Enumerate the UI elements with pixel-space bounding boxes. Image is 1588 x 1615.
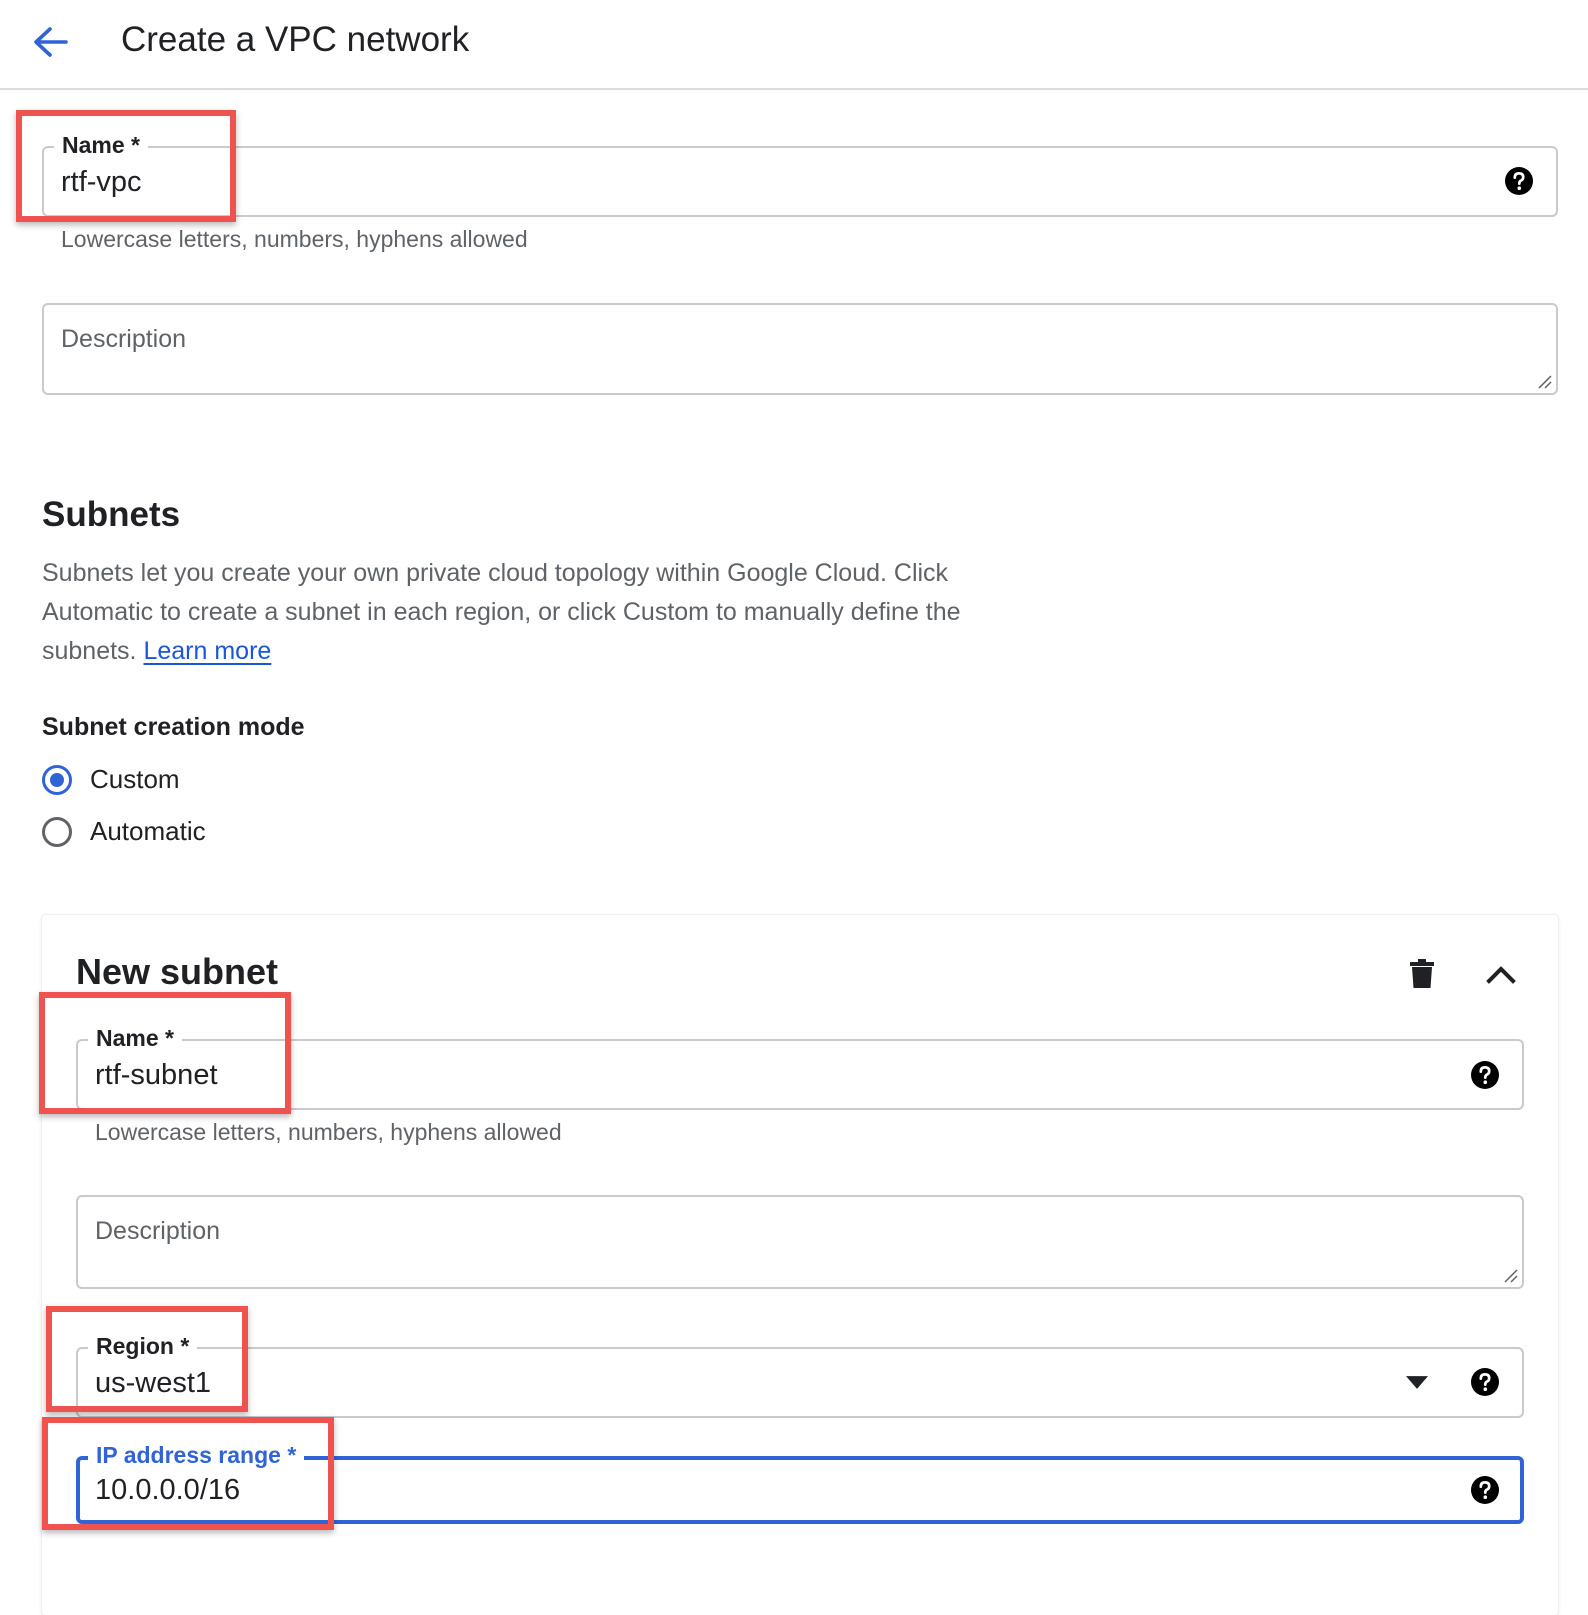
learn-more-link[interactable]: Learn more (143, 637, 271, 665)
radio-custom-label: Custom (90, 764, 180, 794)
network-description-field[interactable]: Description (42, 303, 1558, 395)
radio-automatic-label: Automatic (90, 816, 206, 846)
radio-custom[interactable]: Custom (42, 764, 180, 795)
delete-icon[interactable] (1402, 954, 1442, 994)
network-name-field[interactable]: Name * rtf-vpc (42, 132, 1558, 217)
dropdown-arrow-icon[interactable] (1406, 1376, 1428, 1389)
subnet-name-hint: Lowercase letters, numbers, hyphens allo… (95, 1119, 562, 1145)
ip-address-range-label: IP address range * (88, 1442, 305, 1468)
subnets-title: Subnets (42, 495, 181, 534)
radio-custom-indicator[interactable] (42, 764, 72, 795)
help-icon[interactable] (1470, 1060, 1500, 1090)
resize-handle-icon[interactable] (1536, 373, 1552, 389)
help-icon[interactable] (1504, 166, 1534, 196)
back-button[interactable] (26, 18, 74, 66)
region-value: us-west1 (95, 1367, 212, 1399)
resize-handle-icon[interactable] (1502, 1267, 1518, 1283)
ip-address-range-field[interactable]: IP address range * 10.0.0.0/16 (76, 1442, 1524, 1524)
region-label: Region * (88, 1333, 198, 1359)
radio-automatic-indicator[interactable] (42, 816, 72, 847)
new-subnet-title: New subnet (76, 951, 279, 992)
network-name-hint: Lowercase letters, numbers, hyphens allo… (61, 226, 528, 252)
subnets-description: Subnets let you create your own private … (42, 554, 1022, 671)
page-header: Create a VPC network (0, 0, 1588, 90)
ip-address-range-value: 10.0.0.0/16 (95, 1474, 241, 1506)
help-icon[interactable] (1470, 1367, 1500, 1397)
subnet-name-field[interactable]: Name * rtf-subnet (76, 1025, 1524, 1110)
arrow-back-icon (34, 27, 68, 57)
network-name-value: rtf-vpc (61, 166, 142, 198)
subnet-name-label: Name * (88, 1025, 182, 1051)
region-select[interactable]: Region * us-west1 (76, 1333, 1524, 1418)
network-description-placeholder: Description (61, 325, 187, 353)
page-title: Create a VPC network (121, 20, 470, 59)
network-name-label: Name * (54, 132, 148, 158)
chevron-up-icon[interactable] (1481, 954, 1521, 994)
subnet-creation-mode-label: Subnet creation mode (42, 713, 305, 741)
help-icon[interactable] (1470, 1475, 1500, 1505)
radio-automatic[interactable]: Automatic (42, 816, 206, 847)
subnet-description-field[interactable]: Description (76, 1195, 1524, 1289)
subnet-name-value: rtf-subnet (95, 1059, 218, 1091)
subnet-description-placeholder: Description (95, 1217, 221, 1245)
